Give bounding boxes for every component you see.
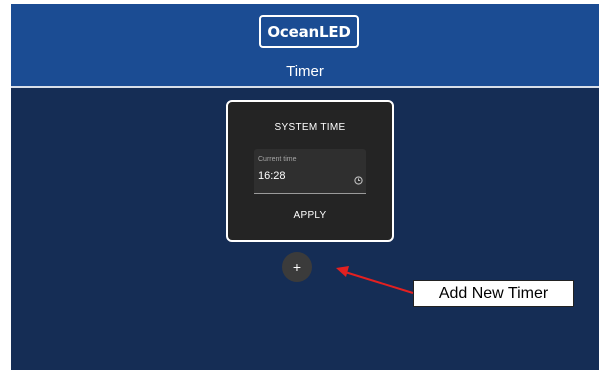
clock-icon[interactable] (354, 176, 363, 185)
card-title: SYSTEM TIME (274, 122, 346, 133)
oceanled-logo: OceanLED (259, 15, 359, 48)
add-new-timer-button[interactable]: + (282, 252, 312, 282)
system-time-card: SYSTEM TIME Current time 16:28 APPLY (226, 100, 394, 242)
logo-text: OceanLED (267, 22, 351, 41)
header: OceanLED Timer (11, 4, 599, 88)
apply-button[interactable]: APPLY (268, 203, 352, 227)
page-title: Timer (286, 63, 324, 80)
current-time-value[interactable]: 16:28 (258, 170, 286, 182)
current-time-label: Current time (258, 156, 297, 163)
current-time-field[interactable]: Current time 16:28 (254, 149, 366, 194)
annotation-callout: Add New Timer (413, 280, 574, 307)
app-frame: OceanLED Timer SYSTEM TIME Current time … (11, 4, 599, 370)
